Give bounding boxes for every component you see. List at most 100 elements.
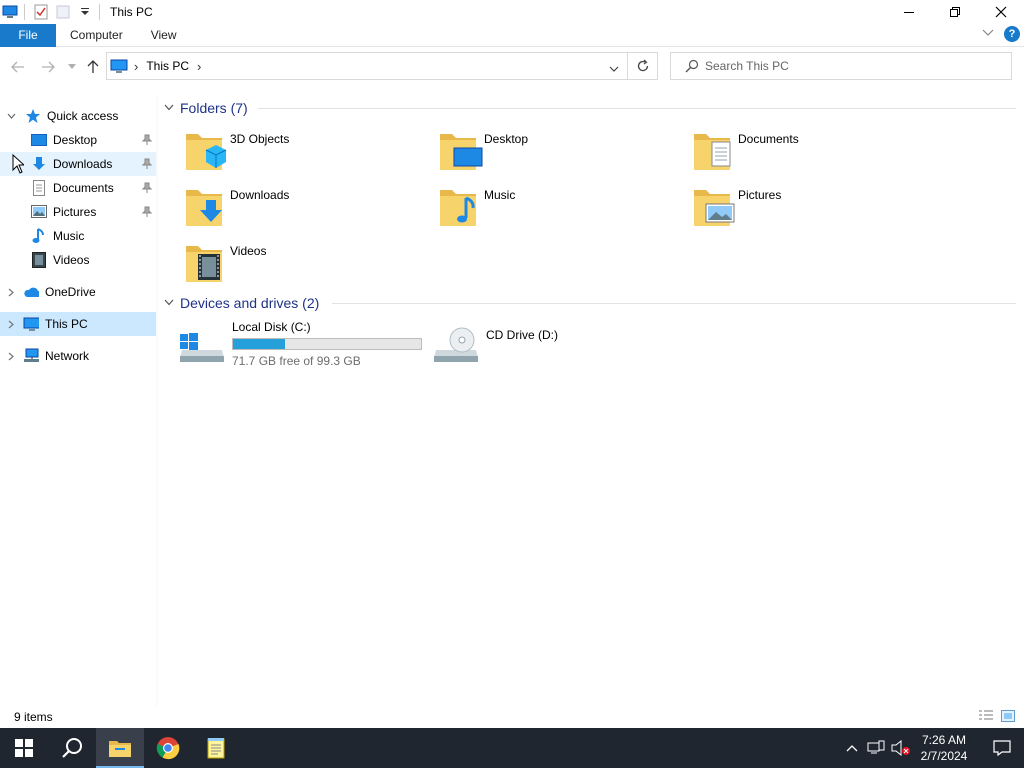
- search-input[interactable]: [705, 59, 1005, 73]
- tab-computer[interactable]: Computer: [56, 24, 137, 47]
- back-arrow-icon: [11, 61, 24, 73]
- group-divider: [332, 303, 1016, 304]
- chevron-right-icon[interactable]: [6, 318, 16, 330]
- close-button[interactable]: [978, 0, 1024, 24]
- forward-button[interactable]: [36, 55, 60, 79]
- folder-pictures[interactable]: Pictures: [692, 184, 932, 234]
- folder-label: Documents: [738, 132, 799, 146]
- restore-button[interactable]: [932, 0, 978, 24]
- help-button[interactable]: ?: [1004, 26, 1020, 42]
- downloads-icon: [31, 156, 47, 172]
- up-arrow-icon: [87, 60, 99, 73]
- new-folder-icon[interactable]: [55, 4, 71, 20]
- chevron-right-icon[interactable]: [6, 286, 16, 298]
- sidebar-item-onedrive[interactable]: OneDrive: [0, 280, 156, 304]
- folder-desktop[interactable]: Desktop: [438, 128, 678, 178]
- desktop-folder-icon: [438, 128, 486, 174]
- properties-icon[interactable]: [33, 4, 49, 20]
- network-tray-icon[interactable]: [864, 740, 888, 756]
- action-center-button[interactable]: [980, 728, 1024, 768]
- address-bar[interactable]: › This PC ›: [106, 52, 628, 80]
- taskbar: 7:26 AM 2/7/2024: [0, 728, 1024, 768]
- drive-free-space: 71.7 GB free of 99.3 GB: [232, 354, 361, 368]
- drive-cd-d[interactable]: CD Drive (D:): [430, 320, 630, 370]
- navigation-bar: › This PC ›: [0, 50, 1024, 84]
- pin-icon[interactable]: [141, 182, 153, 194]
- notepad-taskbar-button[interactable]: [192, 728, 240, 768]
- tab-view[interactable]: View: [137, 24, 191, 47]
- hard-drive-icon: [178, 326, 226, 369]
- music-icon: [31, 228, 47, 244]
- folder-videos[interactable]: Videos: [184, 240, 424, 290]
- file-explorer-icon: [109, 741, 131, 757]
- close-icon: [995, 6, 1007, 18]
- chevron-down-icon[interactable]: [164, 298, 174, 309]
- back-button[interactable]: [6, 55, 30, 79]
- 3d-objects-icon: [184, 128, 232, 174]
- details-view-icon[interactable]: [978, 709, 994, 726]
- sidebar-item-desktop[interactable]: Desktop: [0, 128, 156, 152]
- sidebar-item-label: Desktop: [53, 133, 98, 147]
- pin-icon[interactable]: [141, 134, 153, 146]
- this-pc-small-icon: [2, 4, 18, 20]
- pictures-icon: [31, 204, 47, 220]
- separator: [99, 4, 100, 20]
- refresh-button[interactable]: [628, 52, 658, 80]
- sidebar-item-videos[interactable]: Videos: [0, 248, 156, 272]
- sidebar-item-label: Network: [45, 349, 90, 363]
- up-button[interactable]: [81, 55, 105, 79]
- windows-logo-icon: [15, 739, 33, 757]
- drives-group-header[interactable]: Devices and drives (2): [164, 295, 319, 311]
- folders-group-header[interactable]: Folders (7): [164, 100, 248, 116]
- drive-local-disk-c[interactable]: Local Disk (C:) 71.7 GB free of 99.3 GB: [176, 320, 426, 370]
- sidebar-item-network[interactable]: Network: [0, 344, 156, 368]
- content-pane: Folders (7) 3D Objects Desktop Documents…: [158, 96, 1018, 706]
- chevron-down-icon: [609, 66, 619, 72]
- drives-group-title: Devices and drives (2): [180, 295, 320, 311]
- network-icon: [23, 348, 39, 364]
- chevron-right-icon[interactable]: [6, 350, 16, 362]
- address-history-dropdown[interactable]: [609, 62, 619, 76]
- separator: [24, 4, 25, 20]
- pin-icon[interactable]: [141, 158, 153, 170]
- start-button[interactable]: [0, 728, 48, 768]
- pin-icon[interactable]: [141, 206, 153, 218]
- customize-dropdown-icon[interactable]: [77, 4, 93, 20]
- tab-file[interactable]: File: [0, 23, 56, 47]
- breadcrumb-separator-icon[interactable]: ›: [134, 59, 138, 74]
- folder-3d-objects[interactable]: 3D Objects: [184, 128, 424, 178]
- folder-label: Pictures: [738, 188, 782, 202]
- minimize-button[interactable]: [886, 0, 932, 24]
- star-icon: [25, 108, 41, 124]
- breadcrumb-this-pc[interactable]: This PC: [146, 59, 189, 73]
- search-box[interactable]: [670, 52, 1012, 80]
- file-explorer-taskbar-button[interactable]: [96, 728, 144, 768]
- volume-muted-icon[interactable]: [888, 740, 914, 756]
- show-hidden-icons-chevron-icon[interactable]: [840, 744, 864, 752]
- chevron-down-icon[interactable]: [164, 103, 174, 114]
- large-icons-view-icon[interactable]: [1000, 709, 1016, 726]
- chevron-down-icon[interactable]: [6, 110, 16, 122]
- folder-label: Downloads: [230, 188, 290, 202]
- status-bar: 9 items: [0, 706, 1024, 728]
- folder-downloads[interactable]: Downloads: [184, 184, 424, 234]
- sidebar-item-music[interactable]: Music: [0, 224, 156, 248]
- sidebar-item-this-pc[interactable]: This PC: [0, 312, 156, 336]
- sidebar-item-quick-access[interactable]: Quick access: [0, 104, 156, 128]
- sidebar-item-pictures[interactable]: Pictures: [0, 200, 156, 224]
- sidebar-item-documents[interactable]: Documents: [0, 176, 156, 200]
- expand-ribbon-icon[interactable]: [982, 27, 994, 41]
- chrome-taskbar-button[interactable]: [144, 728, 192, 768]
- clock[interactable]: 7:26 AM 2/7/2024: [914, 732, 974, 764]
- folder-music[interactable]: Music: [438, 184, 678, 234]
- ribbon-tabs: File Computer View ?: [0, 23, 1024, 47]
- clock-date: 2/7/2024: [920, 749, 968, 763]
- breadcrumb-chevron-icon[interactable]: ›: [197, 59, 201, 74]
- chevron-down-icon: [68, 64, 76, 69]
- folder-documents[interactable]: Documents: [692, 128, 932, 178]
- cd-drive-icon: [432, 324, 480, 369]
- drive-label: CD Drive (D:): [486, 328, 558, 342]
- mouse-cursor-icon: [12, 153, 26, 177]
- search-taskbar-button[interactable]: [48, 728, 96, 768]
- pane-divider[interactable]: [156, 96, 158, 706]
